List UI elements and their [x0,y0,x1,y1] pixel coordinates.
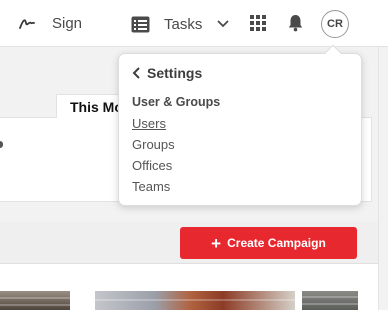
tasks-label: Tasks [164,15,203,33]
campaign-thumbnail[interactable] [95,291,295,310]
apps-grid-icon[interactable] [250,15,266,31]
sign-nav-label[interactable]: Sign [52,15,82,32]
section-title: User & Groups [132,95,221,109]
menu-item-offices[interactable]: Offices [132,158,172,173]
settings-back-label: Settings [147,65,203,81]
menu-item-users[interactable]: Users [132,116,166,131]
right-scroll-strip [378,47,388,310]
plus-icon: + [211,233,222,253]
chevron-left-icon [132,67,140,79]
tasks-icon [131,16,150,32]
settings-back-button[interactable]: Settings [132,65,202,81]
bell-icon[interactable] [288,14,303,32]
top-bar: Sign Tasks CR [0,0,388,47]
create-campaign-label: Create Campaign [227,236,326,250]
avatar[interactable]: CR [321,10,349,38]
create-campaign-button[interactable]: + Create Campaign [180,227,357,259]
menu-item-teams[interactable]: Teams [132,179,170,194]
settings-dropdown: Settings User & Groups Users Groups Offi… [118,44,362,206]
chevron-down-icon [217,20,229,28]
menu-item-groups[interactable]: Groups [132,137,175,152]
signature-icon[interactable] [19,14,41,32]
campaign-thumbnail[interactable] [302,291,358,310]
tasks-menu-button[interactable]: Tasks [131,14,229,34]
campaign-thumbnail[interactable] [0,291,70,310]
